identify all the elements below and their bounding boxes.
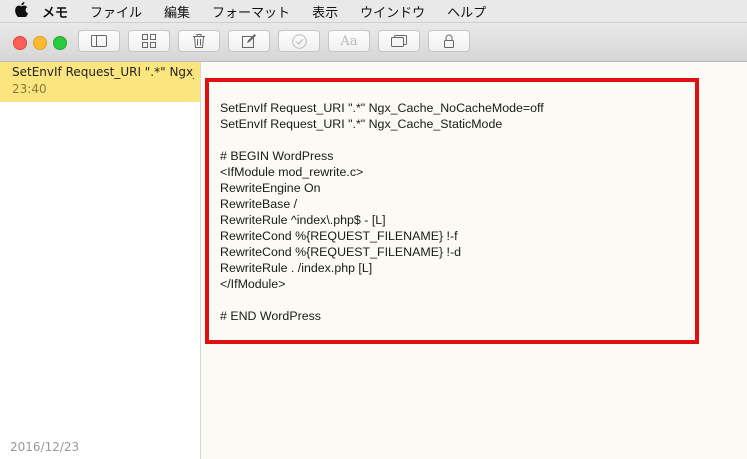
checklist-button[interactable] <box>278 30 320 52</box>
apple-menu-icon[interactable] <box>0 1 42 21</box>
compose-icon <box>242 34 256 48</box>
menu-edit[interactable]: 編集 <box>164 2 190 21</box>
text-line: RewriteCond %{REQUEST_FILENAME} !-f <box>220 229 458 243</box>
zoom-window-button[interactable] <box>53 36 67 50</box>
compose-note-button[interactable] <box>228 30 270 52</box>
note-editor[interactable]: SetEnvIf Request_URI ".*" Ngx_Cache_NoCa… <box>201 62 747 459</box>
grid-view-icon <box>142 34 156 48</box>
lock-icon <box>444 34 454 48</box>
font-icon: Aa <box>340 33 358 49</box>
attachments-icon <box>391 35 407 47</box>
close-window-button[interactable] <box>13 36 27 50</box>
text-line: </IfModule> <box>220 277 286 291</box>
menu-bar: メモ ファイル 編集 フォーマット 表示 ウインドウ ヘルプ <box>0 0 747 23</box>
checklist-icon <box>291 33 307 49</box>
menu-view[interactable]: 表示 <box>312 2 338 21</box>
text-line: SetEnvIf Request_URI ".*" Ngx_Cache_Stat… <box>220 117 503 131</box>
window-toolbar: Aa <box>0 23 747 62</box>
text-line: RewriteBase / <box>220 197 298 211</box>
menu-file[interactable]: ファイル <box>90 2 142 21</box>
note-body-text[interactable]: SetEnvIf Request_URI ".*" Ngx_Cache_NoCa… <box>220 100 544 324</box>
trash-icon <box>193 34 205 48</box>
sidebar-date: 2016/12/23 <box>10 440 80 454</box>
menu-help[interactable]: ヘルプ <box>447 2 486 21</box>
menu-format[interactable]: フォーマット <box>212 2 290 21</box>
menu-window[interactable]: ウインドウ <box>360 2 425 21</box>
note-time: 23:40 <box>12 82 47 96</box>
font-button[interactable]: Aa <box>328 30 370 52</box>
minimize-window-button[interactable] <box>33 36 47 50</box>
text-line: ​ <box>220 132 544 148</box>
list-item[interactable]: SetEnvIf Request_URI ".*" Ngx_... 23:40 <box>0 62 200 102</box>
text-line: RewriteRule ^index\.php$ - [L] <box>220 213 386 227</box>
note-title: SetEnvIf Request_URI ".*" Ngx_... <box>12 65 194 79</box>
text-line: SetEnvIf Request_URI ".*" Ngx_Cache_NoCa… <box>220 101 544 115</box>
sidebar-toggle-button[interactable] <box>78 30 120 52</box>
notes-list: SetEnvIf Request_URI ".*" Ngx_... 23:40 … <box>0 62 201 459</box>
sidebar-toggle-icon <box>91 35 107 47</box>
text-line: # BEGIN WordPress <box>220 149 334 163</box>
text-line: RewriteRule . /index.php [L] <box>220 261 373 275</box>
grid-view-button[interactable] <box>128 30 170 52</box>
lock-button[interactable] <box>428 30 470 52</box>
text-line: RewriteEngine On <box>220 181 321 195</box>
text-line: # END WordPress <box>220 309 321 323</box>
text-line: <IfModule mod_rewrite.c> <box>220 165 364 179</box>
menu-app-name[interactable]: メモ <box>42 2 68 21</box>
text-line: RewriteCond %{REQUEST_FILENAME} !-d <box>220 245 462 259</box>
delete-note-button[interactable] <box>178 30 220 52</box>
attachments-button[interactable] <box>378 30 420 52</box>
text-line: ​ <box>220 292 544 308</box>
